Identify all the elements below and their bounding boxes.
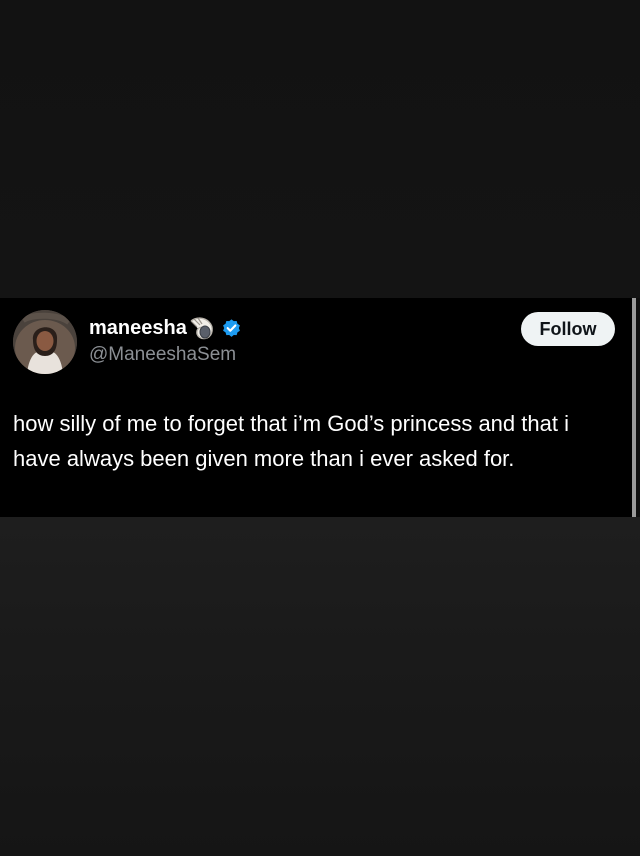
author-name-row[interactable]: maneesha — [89, 316, 242, 340]
spiral-shell-icon — [188, 315, 216, 341]
tweet-text: how silly of me to forget that i’m God’s… — [13, 411, 569, 471]
author-handle[interactable]: @ManeeshaSem — [89, 344, 236, 366]
verified-badge-icon — [221, 318, 242, 339]
display-name[interactable]: maneesha — [89, 316, 187, 340]
scrollbar[interactable] — [632, 298, 636, 517]
background-top — [0, 0, 640, 298]
follow-button[interactable]: Follow — [521, 312, 615, 346]
background-bottom — [0, 517, 640, 856]
avatar[interactable] — [13, 310, 77, 374]
